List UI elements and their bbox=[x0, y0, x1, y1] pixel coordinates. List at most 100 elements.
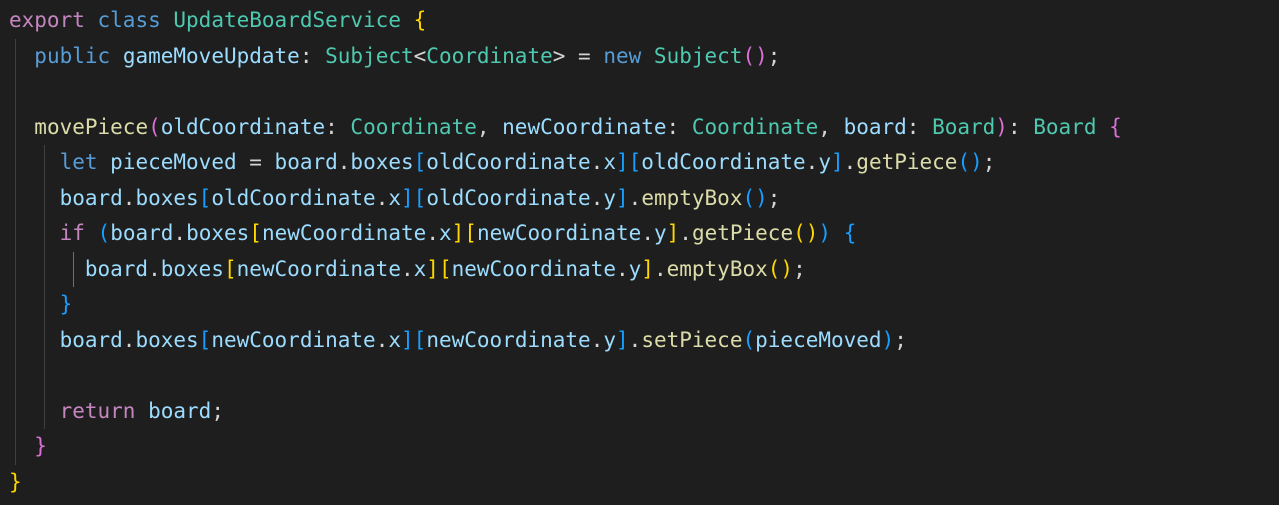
code-token: = bbox=[236, 150, 275, 174]
code-line[interactable]: } bbox=[0, 429, 1279, 465]
code-token: = bbox=[565, 43, 604, 68]
indent-guide bbox=[15, 251, 16, 287]
code-token: ; bbox=[982, 150, 996, 174]
code-token: . bbox=[590, 150, 604, 174]
code-token: [ bbox=[464, 221, 477, 245]
code-token: board bbox=[84, 256, 149, 281]
indent-guide bbox=[15, 287, 16, 323]
code-token: : bbox=[1007, 114, 1034, 139]
code-token: . bbox=[615, 256, 629, 281]
code-token: . bbox=[679, 221, 692, 245]
code-token: . bbox=[337, 150, 351, 174]
indent-guide bbox=[15, 358, 16, 394]
code-token: . bbox=[173, 221, 187, 245]
code-token: . bbox=[122, 185, 136, 210]
code-token: () bbox=[742, 43, 768, 68]
indent-guide bbox=[15, 74, 16, 110]
code-token: . bbox=[641, 221, 654, 245]
code-token: Coordinate bbox=[426, 43, 553, 68]
indentation bbox=[9, 150, 60, 174]
code-token: . bbox=[426, 221, 439, 245]
code-token: let bbox=[59, 150, 98, 174]
code-line[interactable]: board.boxes[oldCoordinate.x][oldCoordina… bbox=[0, 180, 1279, 216]
code-line[interactable]: board.boxes[newCoordinate.x][newCoordina… bbox=[0, 322, 1279, 358]
code-token: . bbox=[400, 256, 414, 281]
code-token: ) bbox=[881, 327, 895, 352]
code-token: > bbox=[552, 43, 566, 68]
code-token: x bbox=[388, 327, 402, 352]
indent-guide bbox=[44, 251, 45, 287]
indentation bbox=[9, 292, 60, 316]
code-token: . bbox=[843, 150, 857, 174]
code-token: boxes bbox=[135, 185, 199, 210]
code-token: return bbox=[59, 398, 136, 423]
code-token: if bbox=[59, 221, 85, 245]
code-token: setPiece bbox=[641, 327, 743, 352]
code-token: newCoordinate bbox=[426, 327, 591, 352]
code-token: . bbox=[590, 185, 604, 210]
code-token: , bbox=[818, 114, 844, 139]
code-token: ) bbox=[995, 114, 1008, 139]
code-token: boxes bbox=[135, 327, 199, 352]
code-token: , bbox=[476, 114, 503, 139]
code-token: [ bbox=[198, 327, 212, 352]
code-token: ] bbox=[426, 256, 439, 281]
code-line[interactable]: } bbox=[0, 465, 1279, 501]
code-token: < bbox=[413, 43, 427, 68]
code-line[interactable]: return board; bbox=[0, 393, 1279, 429]
code-token: . bbox=[805, 150, 819, 174]
code-token: : bbox=[906, 114, 933, 139]
code-token: board bbox=[843, 114, 907, 139]
code-line[interactable] bbox=[0, 358, 1279, 394]
indent-guide bbox=[44, 145, 45, 181]
code-token: : bbox=[666, 114, 692, 139]
code-token: pieceMoved bbox=[110, 150, 237, 174]
code-token: Board bbox=[932, 114, 996, 139]
code-line[interactable] bbox=[0, 74, 1279, 110]
code-token: newCoordinate bbox=[236, 256, 401, 281]
code-token: board bbox=[59, 185, 123, 210]
code-line[interactable]: } bbox=[0, 287, 1279, 323]
code-token: y bbox=[628, 256, 642, 281]
code-token: oldCoordinate bbox=[160, 114, 326, 139]
code-line[interactable]: let pieceMoved = board.boxes[oldCoordina… bbox=[0, 145, 1279, 181]
code-token: ] bbox=[616, 185, 629, 210]
code-token: newCoordinate bbox=[211, 327, 376, 352]
code-token: () bbox=[793, 221, 819, 245]
code-token: [ bbox=[223, 256, 237, 281]
code-token: ; bbox=[767, 185, 781, 210]
code-token: pieceMoved bbox=[755, 327, 882, 352]
indentation bbox=[9, 399, 60, 423]
indent-guide bbox=[15, 393, 16, 429]
code-line[interactable]: if (board.boxes[newCoordinate.x][newCoor… bbox=[0, 216, 1279, 252]
code-line[interactable]: public gameMoveUpdate: Subject<Coordinat… bbox=[0, 38, 1279, 74]
code-line[interactable]: board.boxes[newCoordinate.x][newCoordina… bbox=[0, 251, 1279, 287]
code-token: ; bbox=[211, 398, 224, 423]
code-token: [ bbox=[413, 327, 427, 352]
code-token: boxes bbox=[186, 221, 250, 245]
code-token: : bbox=[299, 43, 326, 68]
code-token: ] bbox=[666, 221, 680, 245]
indent-guide bbox=[73, 251, 74, 287]
code-token: boxes bbox=[160, 256, 224, 281]
code-token: . bbox=[148, 256, 161, 281]
code-token: board bbox=[148, 398, 212, 423]
code-editor[interactable]: export class UpdateBoardService { public… bbox=[0, 0, 1279, 505]
code-token: y bbox=[603, 185, 617, 210]
code-token: y bbox=[818, 150, 831, 174]
code-line[interactable]: export class UpdateBoardService { bbox=[0, 3, 1279, 39]
indent-guide bbox=[15, 109, 16, 145]
indentation bbox=[9, 186, 60, 210]
code-token: x bbox=[388, 185, 402, 210]
code-line[interactable]: movePiece(oldCoordinate: Coordinate, new… bbox=[0, 109, 1279, 145]
code-token: [ bbox=[438, 256, 452, 281]
code-token: [ bbox=[198, 185, 212, 210]
indentation bbox=[9, 328, 60, 352]
code-token: () bbox=[742, 185, 768, 210]
indent-guide bbox=[44, 393, 45, 429]
